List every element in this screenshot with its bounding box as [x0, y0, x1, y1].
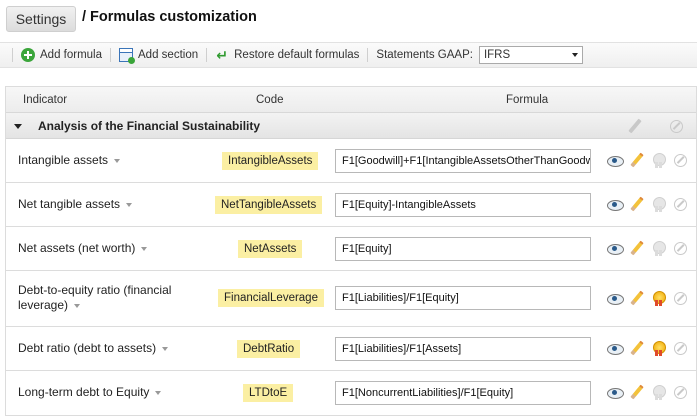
- table-row: Intangible assets IntangibleAssets F1[Go…: [6, 139, 696, 183]
- formula-input[interactable]: F1[Equity]-IntangibleAssets: [335, 193, 591, 217]
- collapse-triangle-icon[interactable]: [14, 124, 22, 129]
- add-section-button[interactable]: Add section: [111, 46, 206, 64]
- indicator-label: Debt-to-equity ratio (financial: [18, 283, 172, 297]
- table-row: Net tangible assets NetTangibleAssets F1…: [6, 183, 696, 227]
- indicator-cell[interactable]: Net tangible assets: [18, 197, 133, 212]
- indicator-cell[interactable]: Net assets (net worth): [18, 241, 148, 256]
- statements-gaap-value: IFRS: [483, 49, 511, 61]
- award-ribbon-icon[interactable]: [651, 291, 666, 306]
- page-title: / Formulas customization: [82, 9, 257, 25]
- indicator-label: Intangible assets: [18, 153, 109, 167]
- column-header-code: Code: [256, 94, 284, 106]
- pencil-icon[interactable]: [629, 241, 644, 256]
- indicator-cell[interactable]: Long-term debt to Equity: [18, 385, 162, 400]
- award-ribbon-icon[interactable]: [651, 197, 666, 212]
- row-actions: [607, 241, 688, 256]
- ban-icon[interactable]: [669, 119, 684, 134]
- indicator-cell[interactable]: Debt ratio (debt to assets): [18, 341, 169, 356]
- pencil-icon[interactable]: [629, 291, 644, 306]
- chevron-down-icon[interactable]: [162, 346, 169, 351]
- eye-icon[interactable]: [607, 341, 624, 356]
- indicator-label: Debt ratio (debt to assets): [18, 341, 157, 355]
- row-actions: [607, 341, 688, 356]
- row-actions: [607, 291, 688, 306]
- formulas-grid: Indicator Code Formula Analysis of the F…: [5, 86, 697, 416]
- restore-default-formulas-button[interactable]: ↵ Restore default formulas: [207, 46, 367, 64]
- code-badge: NetTangibleAssets: [215, 196, 323, 214]
- statements-gaap-select[interactable]: IFRS: [478, 46, 583, 64]
- row-actions: [607, 197, 688, 212]
- column-header-indicator: Indicator: [23, 94, 68, 106]
- table-row: Net assets (net worth) NetAssets F1[Equi…: [6, 227, 696, 271]
- chevron-down-icon[interactable]: [74, 303, 81, 308]
- formula-input[interactable]: F1[Liabilities]/F1[Equity]: [335, 286, 591, 310]
- indicator-cell[interactable]: Intangible assets: [18, 153, 121, 168]
- ban-icon[interactable]: [673, 341, 688, 356]
- code-badge: FinancialLeverage: [218, 289, 324, 307]
- table-row: Long-term debt to Equity LTDtoE F1[Noncu…: [6, 371, 696, 415]
- formula-input[interactable]: F1[Goodwill]+F1[IntangibleAssetsOtherTha…: [335, 149, 591, 173]
- indicator-label: Net tangible assets: [18, 197, 121, 211]
- award-ribbon-icon[interactable]: [651, 153, 666, 168]
- formula-input[interactable]: F1[NoncurrentLiabilities]/F1[Equity]: [335, 381, 591, 405]
- chevron-down-icon[interactable]: [126, 202, 133, 207]
- award-ribbon-icon[interactable]: [651, 241, 666, 256]
- formula-input[interactable]: F1[Equity]: [335, 237, 591, 261]
- indicator-label: Net assets (net worth): [18, 241, 136, 255]
- eye-icon[interactable]: [607, 153, 624, 168]
- statements-gaap-control: Statements GAAP: IFRS: [368, 46, 591, 64]
- ban-icon[interactable]: [673, 385, 688, 400]
- row-actions: [607, 153, 688, 168]
- pencil-icon[interactable]: [627, 119, 642, 134]
- formula-input[interactable]: F1[Liabilities]/F1[Assets]: [335, 337, 591, 361]
- award-ribbon-icon[interactable]: [651, 385, 666, 400]
- eye-icon[interactable]: [607, 197, 624, 212]
- chevron-down-icon: [571, 53, 578, 57]
- eye-icon[interactable]: [607, 385, 624, 400]
- restore-icon: ↵: [216, 47, 228, 63]
- pencil-icon[interactable]: [629, 385, 644, 400]
- add-section-icon: [119, 48, 136, 64]
- add-section-label: Add section: [138, 49, 199, 61]
- column-header-formula: Formula: [506, 94, 549, 106]
- indicator-label-line2: leverage): [18, 298, 69, 312]
- chevron-down-icon[interactable]: [114, 158, 121, 163]
- eye-icon[interactable]: [607, 241, 624, 256]
- add-formula-label: Add formula: [40, 49, 103, 61]
- restore-defaults-label: Restore default formulas: [234, 49, 360, 61]
- eye-icon[interactable]: [607, 291, 624, 306]
- code-badge: LTDtoE: [243, 384, 294, 402]
- row-actions: [607, 385, 688, 400]
- code-badge: NetAssets: [238, 240, 303, 258]
- section-title: Analysis of the Financial Sustainability: [38, 119, 261, 133]
- indicator-label: Long-term debt to Equity: [18, 385, 150, 399]
- ban-icon[interactable]: [673, 197, 688, 212]
- code-badge: DebtRatio: [237, 340, 301, 358]
- ban-icon[interactable]: [673, 291, 688, 306]
- pencil-icon[interactable]: [629, 197, 644, 212]
- award-ribbon-icon[interactable]: [651, 341, 666, 356]
- add-formula-button[interactable]: Add formula: [13, 46, 110, 64]
- table-row: Debt-to-equity ratio (financial leverage…: [6, 271, 696, 327]
- pencil-icon[interactable]: [629, 341, 644, 356]
- section-row[interactable]: Analysis of the Financial Sustainability: [6, 113, 696, 139]
- add-icon: [21, 48, 35, 62]
- table-row: Debt ratio (debt to assets) DebtRatio F1…: [6, 327, 696, 371]
- pencil-icon[interactable]: [629, 153, 644, 168]
- chevron-down-icon[interactable]: [141, 246, 148, 251]
- grid-header: Indicator Code Formula: [6, 87, 696, 113]
- ban-icon[interactable]: [673, 241, 688, 256]
- toolbar: Add formula Add section ↵ Restore defaul…: [0, 42, 697, 68]
- code-badge: IntangibleAssets: [222, 152, 319, 170]
- chevron-down-icon[interactable]: [155, 390, 162, 395]
- settings-button[interactable]: Settings: [6, 6, 76, 32]
- ban-icon[interactable]: [673, 153, 688, 168]
- statements-gaap-label: Statements GAAP:: [376, 49, 473, 61]
- indicator-cell[interactable]: Debt-to-equity ratio (financial leverage…: [18, 283, 171, 313]
